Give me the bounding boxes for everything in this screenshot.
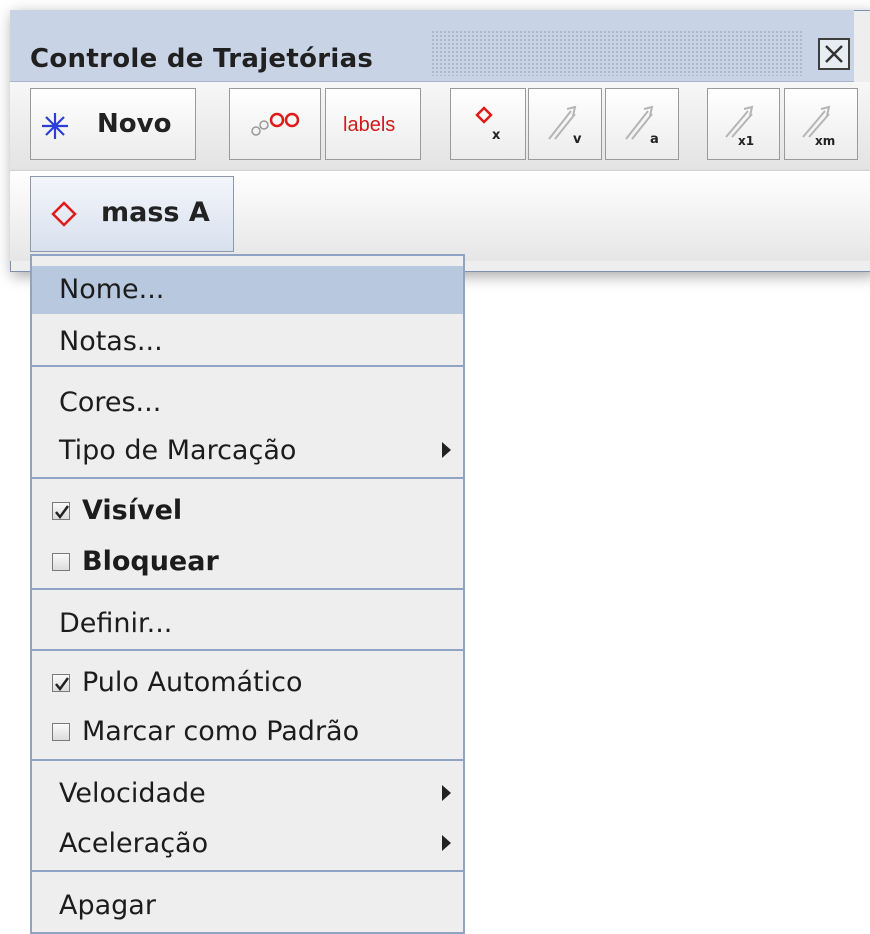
menu-item-visible[interactable]: Visível [32,487,463,535]
menu-item-label: Definir... [59,608,173,639]
close-button[interactable] [818,38,850,70]
track-points-icon [251,112,300,136]
new-track-button[interactable]: Novo [30,88,196,160]
menu-item-velocity[interactable]: Velocidade [32,770,463,818]
checkbox-checked-icon [52,674,70,692]
vector-x1-icon: x1 [725,105,754,148]
menu-item-label: Visível [82,495,183,526]
menu-item-label: Notas... [59,326,163,357]
menu-item-delete[interactable]: Apagar [32,882,463,930]
svg-text:x1: x1 [738,134,754,148]
new-button-label: Novo [97,109,172,139]
menu-item-label: Apagar [59,890,156,921]
menu-item-label: Nome... [59,274,165,305]
menu-item-label: Marcar como Padrão [82,716,360,747]
menu-item-acceleration[interactable]: Aceleração [32,820,463,868]
menu-separator [32,759,463,761]
menu-item-label: Cores... [59,387,162,418]
labels-icon: labels [343,114,396,136]
window-title: Controle de Trajetórias [30,44,374,74]
acceleration-vector-icon: a [625,105,659,147]
menu-item-label: Aceleração [59,828,209,859]
svg-text:x: x [492,128,501,143]
vector-xm-button[interactable]: xm [784,88,858,160]
diamond-icon [51,201,77,227]
menu-item-define[interactable]: Definir... [32,600,463,648]
svg-text:xm: xm [815,134,835,148]
track-points-button[interactable] [229,88,321,160]
menu-item-label: Bloquear [82,546,219,577]
menu-separator [32,649,463,651]
submenu-arrow-icon [442,442,451,458]
menu-item-mark-default[interactable]: Marcar como Padrão [32,708,463,756]
menu-separator [32,477,463,479]
menu-item-label: Tipo de Marcação [59,435,297,466]
checkbox-unchecked-icon [52,723,70,741]
position-button[interactable]: x [450,88,526,160]
labels-button[interactable]: labels [325,88,421,160]
menu-item-name[interactable]: Nome... [32,266,463,314]
track-context-menu: Nome... Notas... Cores... Tipo de Marcaç… [30,254,465,934]
track-label: mass A [101,197,210,228]
submenu-arrow-icon [442,835,451,851]
vector-xm-icon: xm [802,105,835,148]
menu-item-marker-type[interactable]: Tipo de Marcação [32,427,463,475]
vector-x1-button[interactable]: x1 [707,88,780,160]
drag-grip[interactable] [431,30,803,76]
checkbox-checked-icon [52,502,70,520]
menu-item-lock[interactable]: Bloquear [32,538,463,586]
acceleration-button[interactable]: a [605,88,679,160]
close-icon [825,45,843,63]
asterisk-icon [42,113,68,139]
menu-item-label: Velocidade [59,778,206,809]
menu-item-colors[interactable]: Cores... [32,379,463,427]
menu-separator [32,365,463,367]
velocity-vector-icon: v [548,105,582,147]
position-x-icon: x [475,106,501,143]
svg-text:a: a [650,132,659,147]
svg-text:v: v [573,132,582,147]
velocity-button[interactable]: v [528,88,602,160]
track-tab-mass-a[interactable]: mass A [30,176,234,252]
menu-item-label: Pulo Automático [82,667,303,698]
menu-separator [32,870,463,872]
menu-item-notes[interactable]: Notas... [32,318,463,366]
menu-item-autoadvance[interactable]: Pulo Automático [32,659,463,707]
menu-separator [32,588,463,590]
submenu-arrow-icon [442,785,451,801]
checkbox-unchecked-icon [52,553,70,571]
